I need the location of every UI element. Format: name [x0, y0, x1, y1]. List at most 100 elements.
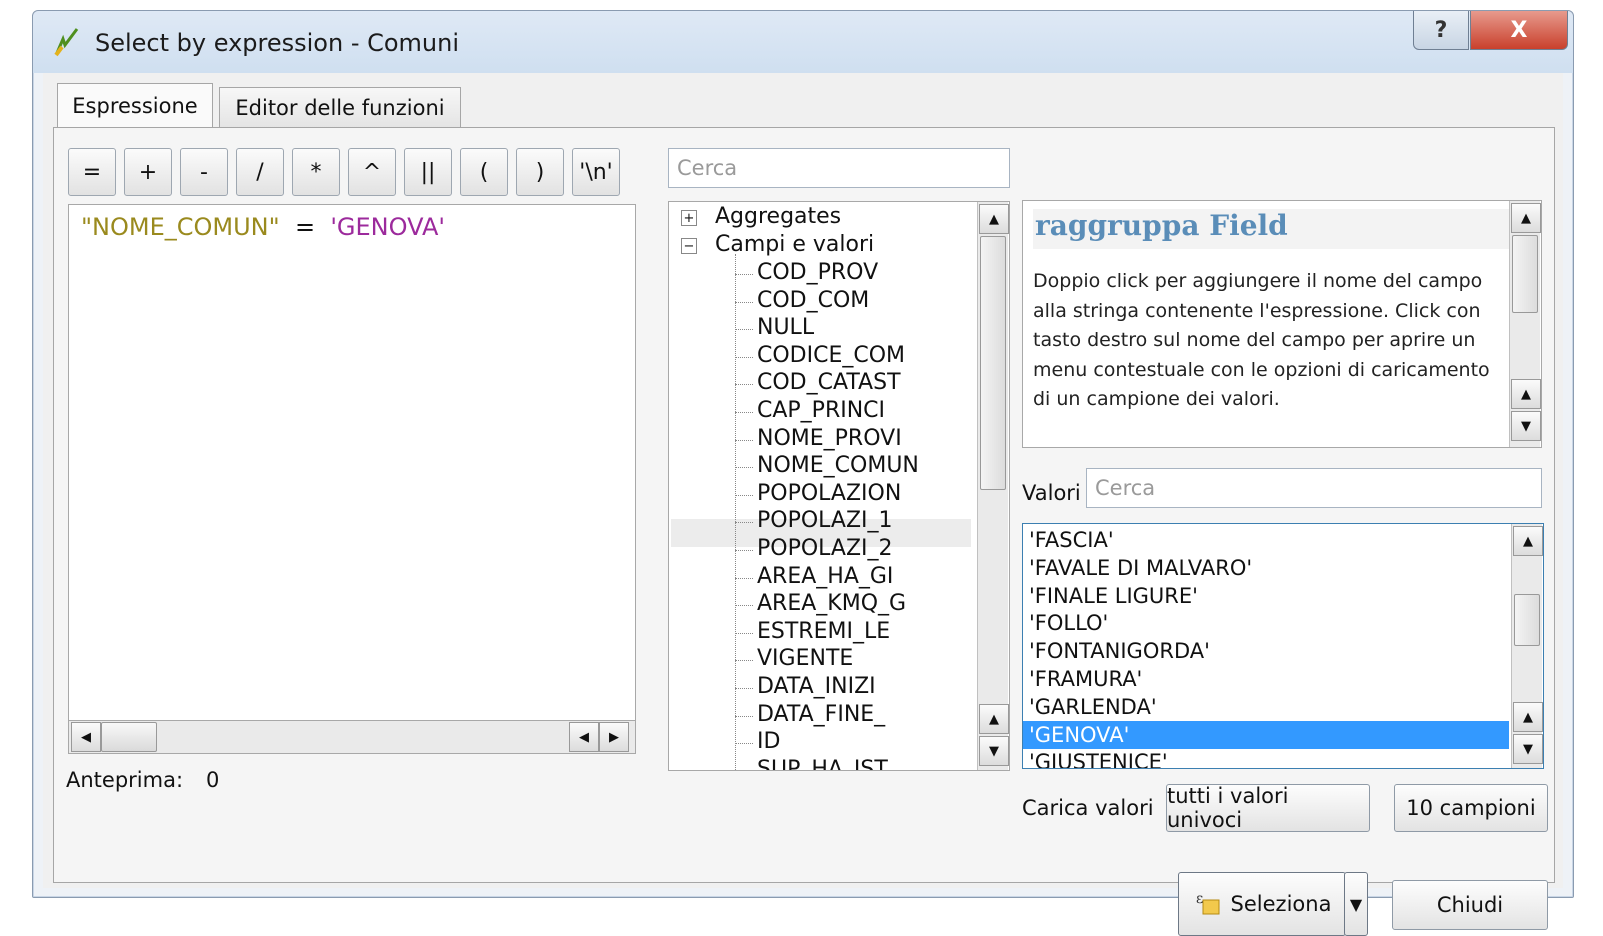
select-dropdown-button[interactable]: ▼: [1344, 872, 1368, 936]
tree-field-item[interactable]: POPOLAZION: [757, 481, 901, 506]
tree-guide-line: [735, 254, 736, 771]
tree-field-item[interactable]: CAP_PRINCI: [757, 398, 885, 423]
tree-group-aggregates[interactable]: Aggregates: [715, 204, 841, 229]
scroll-up-icon[interactable]: ▲: [1513, 526, 1543, 556]
expression-editor[interactable]: "NOME_COMUN" = 'GENOVA': [68, 204, 636, 722]
tree-connector: [735, 384, 753, 385]
value-list-item[interactable]: 'FASCIA': [1029, 526, 1509, 554]
tree-field-item[interactable]: POPOLAZI_2: [757, 536, 893, 561]
tree-connector: [735, 578, 753, 579]
plus-button[interactable]: +: [124, 148, 172, 196]
preview-label: Anteprima:: [66, 768, 183, 792]
chevron-down-icon: ▼: [1350, 895, 1362, 914]
tree-field-item[interactable]: NOME_PROVI: [757, 426, 902, 451]
tree-field-item[interactable]: SUP_HA_IST: [757, 757, 888, 771]
tab-editor-funzioni[interactable]: Editor delle funzioni: [219, 87, 461, 128]
svg-text:ε: ε: [1196, 891, 1203, 907]
scroll-down-icon[interactable]: ▼: [979, 736, 1009, 766]
value-list-item[interactable]: 'FINALE LIGURE': [1029, 582, 1509, 610]
tree-connector: [735, 743, 753, 744]
scroll-up-icon[interactable]: ▲: [979, 204, 1009, 234]
select-button[interactable]: ε Seleziona: [1178, 872, 1346, 936]
tree-field-item[interactable]: DATA_INIZI: [757, 674, 876, 699]
values-label: Valori: [1022, 481, 1081, 505]
tree-field-item[interactable]: ESTREMI_LE: [757, 619, 890, 644]
select-button-label: Seleziona: [1231, 892, 1332, 916]
tree-field-item[interactable]: VIGENTE: [757, 646, 853, 671]
tree-field-item[interactable]: POPOLAZI_1: [757, 508, 893, 533]
scroll-down-icon[interactable]: ▼: [1513, 734, 1543, 764]
minus-button[interactable]: -: [180, 148, 228, 196]
title-bar[interactable]: Select by expression - Comuni ? X: [33, 11, 1573, 73]
close-paren-button[interactable]: ): [516, 148, 564, 196]
expand-icon[interactable]: +: [681, 210, 697, 226]
tree-field-item[interactable]: AREA_KMQ_G: [757, 591, 906, 616]
value-list-item[interactable]: 'FONTANIGORDA': [1029, 637, 1509, 665]
expression-value: 'GENOVA': [330, 213, 445, 241]
power-button[interactable]: ^: [348, 148, 396, 196]
value-list-item[interactable]: 'GIUSTENICE': [1029, 748, 1509, 769]
multiply-button[interactable]: *: [292, 148, 340, 196]
value-list-item[interactable]: 'FAVALE DI MALVARO': [1029, 554, 1509, 582]
values-vertical-scrollbar[interactable]: ▲ ▲ ▼: [1511, 524, 1542, 768]
tree-scroll-thumb[interactable]: [980, 236, 1006, 490]
divide-button[interactable]: /: [236, 148, 284, 196]
help-title: raggruppa Field: [1033, 209, 1513, 249]
tree-field-item[interactable]: ID: [757, 729, 780, 754]
scroll-up-icon[interactable]: ▲: [1511, 379, 1541, 409]
editor-horizontal-scrollbar[interactable]: ◀ ◀ ▶: [68, 720, 636, 754]
value-list-item[interactable]: 'GENOVA': [1023, 721, 1509, 749]
tree-field-item[interactable]: COD_CATAST: [757, 370, 901, 395]
concat-button[interactable]: ||: [404, 148, 452, 196]
tree-connector: [735, 495, 753, 496]
tree-connector: [735, 274, 753, 275]
help-button[interactable]: ?: [1413, 11, 1469, 50]
value-list-item[interactable]: 'FOLLO': [1029, 609, 1509, 637]
tab-espressione[interactable]: Espressione: [57, 83, 213, 128]
close-window-button[interactable]: X: [1470, 11, 1568, 50]
help-panel: raggruppa Field Doppio click per aggiung…: [1022, 200, 1542, 448]
tree-connector: [735, 412, 753, 413]
tree-field-item[interactable]: NOME_COMUN: [757, 453, 919, 478]
close-button[interactable]: Chiudi: [1392, 880, 1548, 930]
tree-connector: [735, 633, 753, 634]
tree-field-item[interactable]: CODICE_COM: [757, 343, 905, 368]
help-vertical-scrollbar[interactable]: ▲ ▲ ▼: [1509, 201, 1540, 447]
help-scroll-thumb[interactable]: [1512, 235, 1538, 313]
equals-button[interactable]: =: [68, 148, 116, 196]
scroll-left-small-icon[interactable]: ◀: [569, 722, 599, 752]
tree-field-item[interactable]: DATA_FINE_: [757, 702, 885, 727]
collapse-icon[interactable]: −: [681, 238, 697, 254]
newline-button[interactable]: '\n': [572, 148, 620, 196]
values-scroll-thumb[interactable]: [1514, 594, 1540, 646]
scroll-down-icon[interactable]: ▼: [1511, 411, 1541, 441]
window-title: Select by expression - Comuni: [95, 29, 459, 57]
all-unique-values-button[interactable]: tutti i valori univoci: [1166, 784, 1370, 832]
tree-field-item[interactable]: NULL: [757, 315, 814, 340]
scroll-right-icon[interactable]: ▶: [599, 722, 629, 752]
scroll-up-icon[interactable]: ▲: [979, 704, 1009, 734]
tree-field-item[interactable]: COD_PROV: [757, 260, 878, 285]
function-tree[interactable]: + Aggregates − Campi e valori COD_PROV CO…: [668, 201, 1010, 771]
scroll-up-icon[interactable]: ▲: [1511, 203, 1541, 233]
tree-connector: [735, 716, 753, 717]
tree-connector: [735, 605, 753, 606]
values-search-input[interactable]: Cerca: [1086, 468, 1542, 508]
value-list-item[interactable]: 'GARLENDA': [1029, 693, 1509, 721]
scroll-up-icon[interactable]: ▲: [1513, 702, 1543, 732]
ten-samples-button[interactable]: 10 campioni: [1394, 784, 1548, 832]
dialog-window: Select by expression - Comuni ? X Espres…: [32, 10, 1574, 898]
select-expression-icon: ε: [1193, 889, 1223, 919]
open-paren-button[interactable]: (: [460, 148, 508, 196]
tree-field-item[interactable]: COD_COM: [757, 288, 869, 313]
expression-text: "NOME_COMUN" = 'GENOVA': [81, 213, 445, 241]
scroll-left-icon[interactable]: ◀: [71, 722, 101, 752]
tree-field-item[interactable]: AREA_HA_GI: [757, 564, 893, 589]
tree-vertical-scrollbar[interactable]: ▲ ▲ ▼: [977, 202, 1008, 770]
tree-connector: [735, 467, 753, 468]
scroll-thumb[interactable]: [101, 722, 157, 752]
values-list[interactable]: 'FASCIA''FAVALE DI MALVARO''FINALE LIGUR…: [1022, 523, 1544, 769]
value-list-item[interactable]: 'FRAMURA': [1029, 665, 1509, 693]
function-search-input[interactable]: Cerca: [668, 148, 1010, 188]
tree-group-campi-valori[interactable]: Campi e valori: [715, 232, 874, 257]
